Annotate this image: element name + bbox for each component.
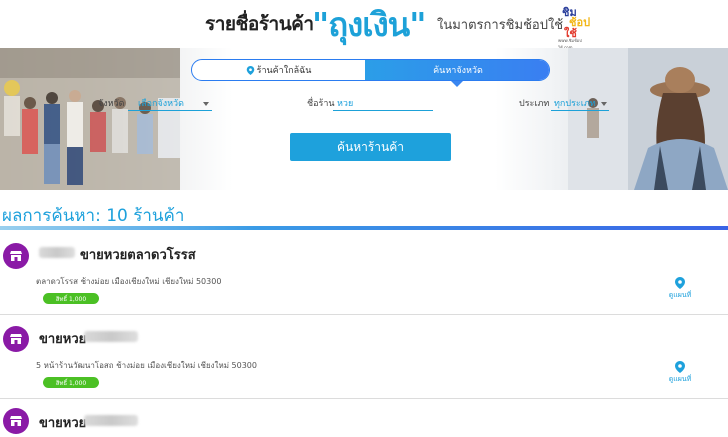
store-icon [3, 326, 29, 352]
view-map-label: ดูแผนที่ [668, 375, 692, 383]
category-underline [551, 110, 609, 111]
store-icon [3, 408, 29, 434]
list-item-address: 5 หน้าร้านวัฒนาโอสถ ช้างม่อย เมืองเชียงใ… [36, 361, 257, 370]
category-select[interactable]: ทุกประเภท [554, 96, 596, 110]
location-pin-icon [675, 361, 685, 373]
category-label: ประเภท [519, 99, 550, 109]
shop-name-label: ชื่อร้าน [307, 99, 335, 109]
list-item[interactable]: ขายหวย 5 หน้าร้านวัฒนาโอสถ ช้างม่อย เมือ… [0, 315, 728, 399]
active-tab-indicator [451, 81, 463, 87]
tab-nearby-label: ร้านค้าใกล้ฉัน [256, 66, 312, 76]
list-item-address: ตลาดวโรรส ช้างม่อย เมืองเชียงใหม่ เชียงใ… [36, 277, 222, 286]
store-icon [3, 243, 29, 269]
list-item[interactable]: ขายหวยตลาดวโรรส ตลาดวโรรส ช้างม่อย เมือง… [0, 231, 728, 315]
list-item-title: ขายหวย [39, 416, 87, 431]
blurred-shop-owner [39, 247, 75, 258]
list-item[interactable]: ขายหวย [0, 399, 728, 437]
page-header: รายชื่อร้านค้า "ถุงเงิน" ในมาตรการชิมช้อ… [0, 0, 728, 50]
shop-name-input[interactable]: หวย [337, 96, 353, 110]
chevron-down-icon [601, 102, 607, 106]
search-hero: ร้านค้าใกล้ฉัน ค้นหาจังหวัด จังหวัด เลือ… [0, 48, 728, 190]
view-map-link[interactable]: ดูแผนที่ [660, 277, 700, 301]
tab-province-label: ค้นหาจังหวัด [433, 66, 483, 76]
map-pin-icon [246, 65, 254, 75]
quota-badge: สิทธิ์ 1,000 [43, 377, 99, 388]
search-mode-tabs: ร้านค้าใกล้ฉัน ค้นหาจังหวัด [191, 59, 550, 81]
header-title: รายชื่อร้านค้า [205, 13, 314, 35]
quota-badge: สิทธิ์ 1,000 [43, 293, 99, 304]
market-crowd-image [0, 48, 180, 190]
search-submit-button[interactable]: ค้นหาร้านค้า [290, 133, 451, 161]
tab-nearby-shops[interactable]: ร้านค้าใกล้ฉัน [192, 60, 365, 80]
province-select[interactable]: เลือกจังหวัด [138, 96, 184, 110]
header-highlight: "ถุงเงิน" [312, 5, 426, 44]
list-item-title: ขายหวยตลาดวโรรส [80, 248, 196, 263]
location-pin-icon [675, 277, 685, 289]
chim-shop-chai-logo: ชิม ช้อป ใช้ www.ชิมช้อปใช้.com [556, 3, 592, 50]
view-map-label: ดูแผนที่ [668, 291, 692, 299]
blurred-shop-owner [84, 331, 138, 342]
blurred-shop-owner [84, 415, 138, 426]
header-tagline: ในมาตรการชิมช้อปใช้ [437, 18, 564, 33]
results-divider [0, 226, 728, 230]
province-underline [128, 110, 212, 111]
view-map-link[interactable]: ดูแผนที่ [660, 361, 700, 385]
list-item-title: ขายหวย [39, 332, 87, 347]
tab-search-province[interactable]: ค้นหาจังหวัด [365, 60, 549, 80]
chevron-down-icon [203, 102, 209, 106]
results-title: ผลการค้นหา: 10 ร้านค้า [2, 206, 185, 226]
province-label: จังหวัด [98, 99, 125, 109]
traveler-girl-image [568, 48, 728, 190]
shop-name-underline [333, 110, 433, 111]
